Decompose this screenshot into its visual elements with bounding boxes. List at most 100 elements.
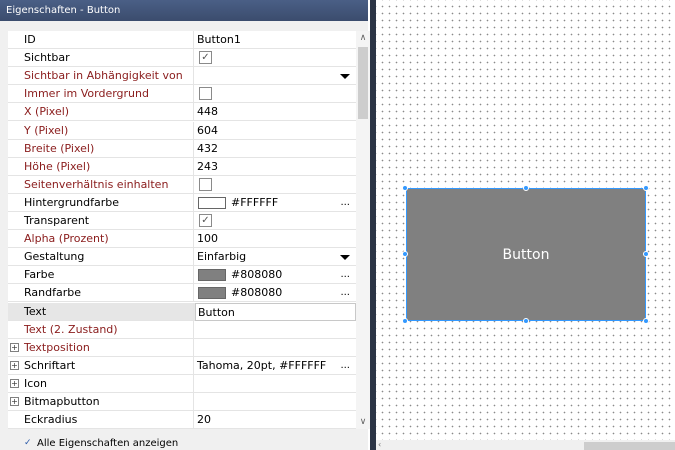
property-row-seitenverhältnis-einhalten[interactable]: Seitenverhältnis einhalten xyxy=(8,175,356,194)
expand-icon[interactable]: + xyxy=(10,378,19,388)
property-name-label: X (Pixel) xyxy=(24,105,70,119)
property-checkbox[interactable]: ✓ xyxy=(199,51,212,65)
property-value[interactable]: Button xyxy=(195,302,356,321)
show-all-checkbox[interactable]: ✓ xyxy=(24,439,33,448)
property-row-text[interactable]: Text Button xyxy=(8,302,356,321)
property-row-randfarbe[interactable]: Randfarbe #808080... xyxy=(8,284,356,303)
color-swatch[interactable] xyxy=(198,196,226,209)
property-checkbox[interactable] xyxy=(199,177,212,191)
property-row-farbe[interactable]: Farbe #808080... xyxy=(8,266,356,285)
property-value[interactable] xyxy=(195,85,356,103)
property-name-label: ID xyxy=(24,33,36,46)
property-name: Sichtbar in Abhängigkeit von xyxy=(8,67,194,86)
property-value[interactable]: #FFFFFF... xyxy=(195,194,356,212)
property-value[interactable]: 100 xyxy=(195,230,356,248)
resize-handle-top[interactable] xyxy=(523,185,529,191)
property-row-textposition[interactable]: + Textposition xyxy=(8,338,356,357)
property-row-breite-pixel[interactable]: Breite (Pixel) 432 xyxy=(8,139,356,158)
property-row-gestaltung[interactable]: Gestaltung Einfarbig xyxy=(8,248,356,267)
property-row-bitmapbutton[interactable]: + Bitmapbutton xyxy=(8,393,356,411)
property-value[interactable] xyxy=(195,393,356,411)
color-swatch[interactable] xyxy=(198,287,226,300)
show-all-label: Alle Eigenschaften anzeigen xyxy=(37,438,179,449)
vertical-scrollbar[interactable]: ∧ ∨ xyxy=(356,31,370,429)
property-value[interactable]: Einfarbig xyxy=(195,248,356,266)
property-value-text: 604 xyxy=(197,123,218,137)
property-value[interactable]: #808080... xyxy=(195,284,356,302)
property-value[interactable]: 20 xyxy=(195,411,356,429)
property-row-eckradius[interactable]: Eckradius 20 xyxy=(8,411,356,430)
property-row-transparent[interactable]: Transparent ✓ xyxy=(8,212,356,230)
ellipsis-button[interactable]: ... xyxy=(340,266,350,284)
property-value[interactable]: 448 xyxy=(195,103,356,121)
property-name: Hintergrundfarbe xyxy=(8,193,194,212)
property-value[interactable]: 432 xyxy=(195,140,356,158)
property-name: + Schriftart xyxy=(8,356,194,375)
property-name: Alpha (Prozent) xyxy=(8,230,194,249)
property-value[interactable]: #808080... xyxy=(195,266,356,284)
property-row-text-2-zustand[interactable]: Text (2. Zustand) xyxy=(8,320,356,339)
expand-icon[interactable]: + xyxy=(10,342,19,352)
property-value[interactable]: Button1 xyxy=(195,31,356,49)
property-row-sichtbar-in-abhängigkeit-von[interactable]: Sichtbar in Abhängigkeit von xyxy=(8,67,356,86)
property-name-label: Sichtbar in Abhängigkeit von xyxy=(24,69,183,83)
panel-title: Eigenschaften - Button xyxy=(0,0,368,21)
property-name: Text xyxy=(8,302,194,321)
resize-handle-right[interactable] xyxy=(643,251,649,257)
scrollbar-thumb[interactable] xyxy=(358,47,368,119)
resize-handle-bottom[interactable] xyxy=(523,318,529,324)
property-row-schriftart[interactable]: + Schriftart Tahoma, 20pt, #FFFFFF... xyxy=(8,356,356,375)
property-name: Farbe xyxy=(8,266,194,285)
scroll-down-icon[interactable]: ∨ xyxy=(356,415,370,429)
dropdown-arrow-icon[interactable] xyxy=(340,255,350,261)
property-name: Randfarbe xyxy=(8,284,194,303)
property-name-label: Sichtbar xyxy=(24,51,70,65)
property-value-text: Button1 xyxy=(197,33,241,46)
horizontal-scrollbar[interactable]: ‹ xyxy=(376,440,675,450)
property-value[interactable]: Tahoma, 20pt, #FFFFFF... xyxy=(195,357,356,375)
property-row-x-pixel[interactable]: X (Pixel) 448 xyxy=(8,103,356,122)
button-widget-label: Button xyxy=(502,246,550,263)
color-swatch[interactable] xyxy=(198,269,226,282)
property-row-sichtbar[interactable]: Sichtbar ✓ xyxy=(8,49,356,68)
scroll-left-icon[interactable]: ‹ xyxy=(378,440,381,450)
dropdown-arrow-icon[interactable] xyxy=(340,74,350,80)
resize-handle-top-left[interactable] xyxy=(402,185,408,191)
horizontal-scrollbar-thumb[interactable] xyxy=(584,442,675,450)
property-row-icon[interactable]: + Icon xyxy=(8,374,356,393)
expand-icon[interactable]: + xyxy=(10,360,19,370)
property-row-höhe-pixel[interactable]: Höhe (Pixel) 243 xyxy=(8,157,356,176)
property-value[interactable] xyxy=(195,375,356,393)
property-name-label: Alpha (Prozent) xyxy=(24,232,109,246)
property-value[interactable] xyxy=(195,321,356,339)
resize-handle-top-right[interactable] xyxy=(643,185,649,191)
property-value[interactable] xyxy=(195,339,356,357)
ellipsis-button[interactable]: ... xyxy=(340,357,350,375)
property-value[interactable] xyxy=(195,176,356,194)
property-value[interactable]: 604 xyxy=(195,122,356,140)
resize-handle-bottom-left[interactable] xyxy=(402,318,408,324)
property-row-hintergrundfarbe[interactable]: Hintergrundfarbe #FFFFFF... xyxy=(8,193,356,212)
ellipsis-button[interactable]: ... xyxy=(340,194,350,212)
ellipsis-button[interactable]: ... xyxy=(340,284,350,302)
scroll-up-icon[interactable]: ∧ xyxy=(356,31,370,45)
property-checkbox[interactable] xyxy=(199,87,212,101)
expand-icon[interactable]: + xyxy=(10,397,19,406)
resize-handle-bottom-right[interactable] xyxy=(643,318,649,324)
property-value-text: 243 xyxy=(197,159,218,173)
property-value[interactable]: 243 xyxy=(195,158,356,176)
button-widget[interactable]: Button xyxy=(406,188,646,321)
property-row-y-pixel[interactable]: Y (Pixel) 604 xyxy=(8,121,356,140)
resize-handle-left[interactable] xyxy=(402,251,408,257)
property-value[interactable]: ✓ xyxy=(195,49,356,67)
property-row-alpha-prozent[interactable]: Alpha (Prozent) 100 xyxy=(8,230,356,249)
property-name-label: Seitenverhältnis einhalten xyxy=(24,177,169,191)
property-row-id[interactable]: ID Button1 xyxy=(8,31,356,49)
property-name: X (Pixel) xyxy=(8,103,194,122)
property-value[interactable]: ✓ xyxy=(195,212,356,230)
property-checkbox[interactable]: ✓ xyxy=(199,214,212,227)
property-row-immer-im-vordergrund[interactable]: Immer im Vordergrund xyxy=(8,85,356,104)
property-value[interactable] xyxy=(195,67,356,85)
property-name: Höhe (Pixel) xyxy=(8,157,194,176)
property-name-label: Hintergrundfarbe xyxy=(24,195,120,209)
